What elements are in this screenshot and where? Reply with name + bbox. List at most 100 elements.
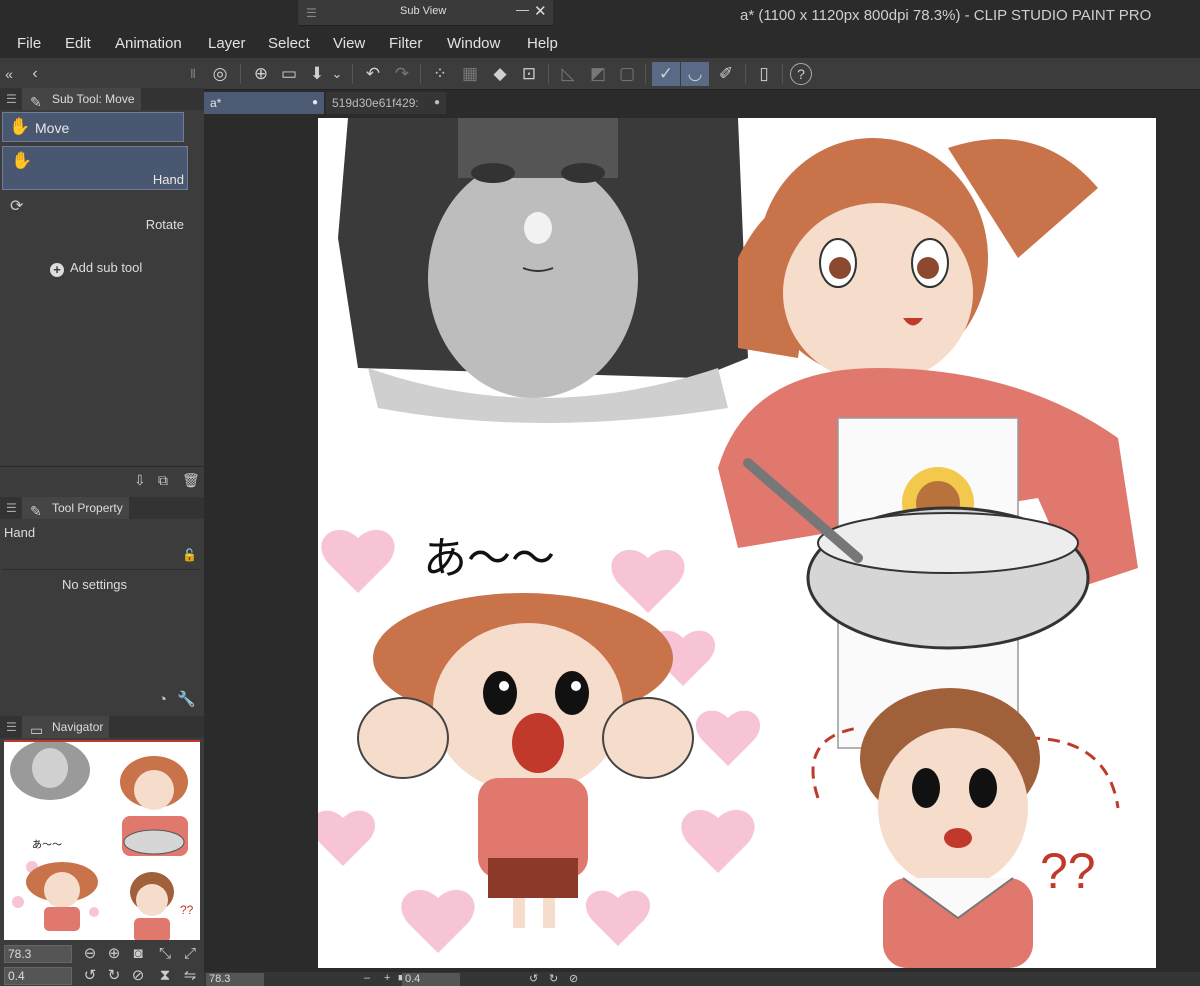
menu-filter[interactable]: Filter bbox=[389, 35, 422, 52]
navigator-tab[interactable]: ▭ Navigator bbox=[22, 716, 110, 738]
reset-rotation-icon[interactable]: ⊘ bbox=[128, 966, 148, 986]
zoom-in-icon[interactable]: ⊕ bbox=[104, 944, 124, 964]
tool-property-icon: ✎ bbox=[30, 503, 42, 519]
device-icon[interactable]: ▯ bbox=[752, 62, 776, 86]
close-dot-icon: ● bbox=[433, 97, 440, 108]
hand-icon: ✋ bbox=[11, 151, 33, 170]
reset-rotation-icon[interactable]: ⊘ bbox=[569, 972, 578, 985]
canvas-status-bar: 78.3 – + ■ 0.4 ↺ ↻ ⊘ bbox=[204, 972, 1200, 986]
redo-icon[interactable]: ↷ bbox=[390, 62, 414, 86]
menu-help[interactable]: Help bbox=[527, 35, 558, 52]
menu-layer[interactable]: Layer bbox=[208, 35, 246, 52]
rotate-right-icon[interactable]: ↻ bbox=[104, 966, 124, 986]
document-tab-label: a* bbox=[210, 96, 222, 110]
rotate-left-icon[interactable]: ↺ bbox=[80, 966, 100, 986]
rotate-icon: ⟳ bbox=[10, 198, 24, 215]
subtool-rotate[interactable]: ⟳ Rotate bbox=[2, 192, 188, 234]
transform-icon[interactable]: ⊡ bbox=[517, 62, 541, 86]
frame-icon[interactable]: ▢ bbox=[615, 62, 639, 86]
menu-animation[interactable]: Animation bbox=[115, 35, 182, 52]
snap-ruler-icon[interactable]: ✓ bbox=[652, 62, 680, 86]
lock-icon[interactable]: 🔓 bbox=[182, 548, 197, 562]
zoom-in-icon[interactable]: + bbox=[384, 972, 390, 984]
tool-property-tab[interactable]: ✎ Tool Property bbox=[22, 497, 129, 519]
sub-view-window[interactable]: ☰ Sub View — ✕ bbox=[298, 0, 553, 26]
snap-special-ruler-icon[interactable]: ◡ bbox=[681, 62, 709, 86]
menu-window[interactable]: Window bbox=[447, 35, 500, 52]
tool-property-title: Tool Property bbox=[52, 501, 123, 515]
toolbar-separator bbox=[645, 64, 646, 84]
menu-select[interactable]: Select bbox=[268, 35, 310, 52]
rotation-field[interactable]: 0.4 bbox=[4, 967, 72, 985]
sub-view-close-button[interactable]: ✕ bbox=[534, 2, 547, 20]
navigator-header: ☰ ▭ Navigator bbox=[0, 716, 204, 738]
subtool-panel-header: ☰ ✎ Sub Tool: Move bbox=[0, 88, 204, 110]
status-angle-field[interactable]: 0.4 bbox=[402, 973, 460, 986]
new-document-icon[interactable]: ⊕ bbox=[249, 62, 273, 86]
sub-view-grip-icon[interactable]: ☰ bbox=[306, 6, 317, 20]
status-zoom-field[interactable]: 78.3 bbox=[206, 973, 264, 986]
menu-file[interactable]: File bbox=[17, 35, 41, 52]
flip-vertical-icon[interactable]: ⇋ bbox=[180, 966, 200, 986]
actual-size-icon[interactable]: ◙ bbox=[128, 944, 148, 964]
document-tab-active[interactable]: a* ● bbox=[204, 92, 324, 114]
add-sub-tool-button[interactable]: + Add sub tool bbox=[50, 260, 142, 277]
command-bar: « ‹ ⦀ ◎ ⊕ ▭ ⬇ ⌄ ↶ ↷ ⁘ ▦ ◆ ⊡ ◺ ◩ ▢ ✓ ◡ ✐ … bbox=[0, 58, 1200, 90]
rotate-right-icon[interactable]: ↻ bbox=[549, 972, 558, 985]
divider bbox=[2, 569, 200, 570]
ruler-icon[interactable]: ◺ bbox=[556, 62, 580, 86]
menu-edit[interactable]: Edit bbox=[65, 35, 91, 52]
clear-selection-icon[interactable]: ⁘ bbox=[428, 62, 452, 86]
trash-icon[interactable]: 🗑 bbox=[182, 472, 200, 489]
save-dropdown-icon[interactable]: ⌄ bbox=[330, 62, 344, 86]
navigator-preview[interactable]: ?? あ〜〜 bbox=[4, 740, 200, 940]
flip-horizontal-icon[interactable]: ⧗ bbox=[155, 966, 175, 986]
snap-grid-icon[interactable]: ✐ bbox=[714, 62, 738, 86]
fill-selection-icon[interactable]: ◆ bbox=[488, 62, 512, 86]
panel-back-button[interactable]: ‹ bbox=[26, 62, 44, 86]
toolbar-separator bbox=[420, 64, 421, 84]
toolbar-separator bbox=[745, 64, 746, 84]
panel-menu-icon[interactable]: ☰ bbox=[6, 501, 17, 515]
sketch-girl-grayscale bbox=[338, 118, 748, 423]
clip-studio-icon[interactable]: ◎ bbox=[208, 62, 232, 86]
thumbnail-question-marks: ?? bbox=[180, 903, 194, 917]
adjust-icon[interactable]: ◔ bbox=[158, 691, 167, 708]
fit-navigator-icon[interactable]: ⤢ bbox=[180, 944, 200, 964]
invert-selection-icon[interactable]: ▦ bbox=[458, 62, 482, 86]
open-folder-icon[interactable]: ▭ bbox=[277, 62, 301, 86]
document-tabs: a* ● 519d30e61f429: ● bbox=[204, 92, 1200, 114]
subtool-group-move[interactable]: ✋ Move bbox=[2, 112, 184, 142]
toolbar-separator bbox=[548, 64, 549, 84]
document-tab[interactable]: 519d30e61f429: ● bbox=[326, 92, 446, 114]
drawing-canvas[interactable]: あ〜〜 ?? bbox=[318, 118, 1156, 968]
zoom-out-icon[interactable]: – bbox=[364, 972, 370, 984]
undo-icon[interactable]: ↶ bbox=[361, 62, 385, 86]
duplicate-icon[interactable]: ⧉ bbox=[158, 472, 168, 489]
zoom-field[interactable]: 78.3 bbox=[4, 945, 72, 963]
navigator-title: Navigator bbox=[52, 720, 104, 734]
panel-grip-icon[interactable]: ⦀ bbox=[186, 62, 200, 86]
panel-menu-icon[interactable]: ☰ bbox=[6, 720, 17, 734]
girl-with-bowl-drawing bbox=[718, 138, 1138, 749]
handwritten-text: あ〜〜 bbox=[423, 533, 555, 584]
zoom-out-icon[interactable]: ⊖ bbox=[80, 944, 100, 964]
rotate-left-icon[interactable]: ↺ bbox=[529, 972, 538, 985]
subtool-panel-title: Sub Tool: Move bbox=[52, 92, 135, 106]
subtool-label: Hand bbox=[152, 172, 184, 187]
import-icon[interactable]: ⇩ bbox=[134, 472, 146, 489]
help-icon[interactable]: ? bbox=[790, 63, 812, 85]
collapse-panels-button[interactable]: « bbox=[0, 62, 18, 86]
perspective-icon[interactable]: ◩ bbox=[586, 62, 610, 86]
wrench-icon[interactable]: 🔧 bbox=[177, 691, 196, 708]
fit-window-icon[interactable]: ⤡ bbox=[155, 944, 175, 964]
sub-view-title: Sub View bbox=[400, 5, 447, 17]
thumbnail-handwritten-text: あ〜〜 bbox=[32, 839, 62, 851]
panel-menu-icon[interactable]: ☰ bbox=[6, 92, 17, 106]
sub-view-minimize-button[interactable]: — bbox=[516, 2, 529, 17]
subtool-hand[interactable]: ✋ Hand bbox=[2, 146, 188, 190]
save-icon[interactable]: ⬇ bbox=[305, 62, 329, 86]
menu-view[interactable]: View bbox=[333, 35, 365, 52]
tool-property-name: Hand bbox=[4, 525, 36, 540]
subtool-panel-tab[interactable]: ✎ Sub Tool: Move bbox=[22, 88, 141, 110]
